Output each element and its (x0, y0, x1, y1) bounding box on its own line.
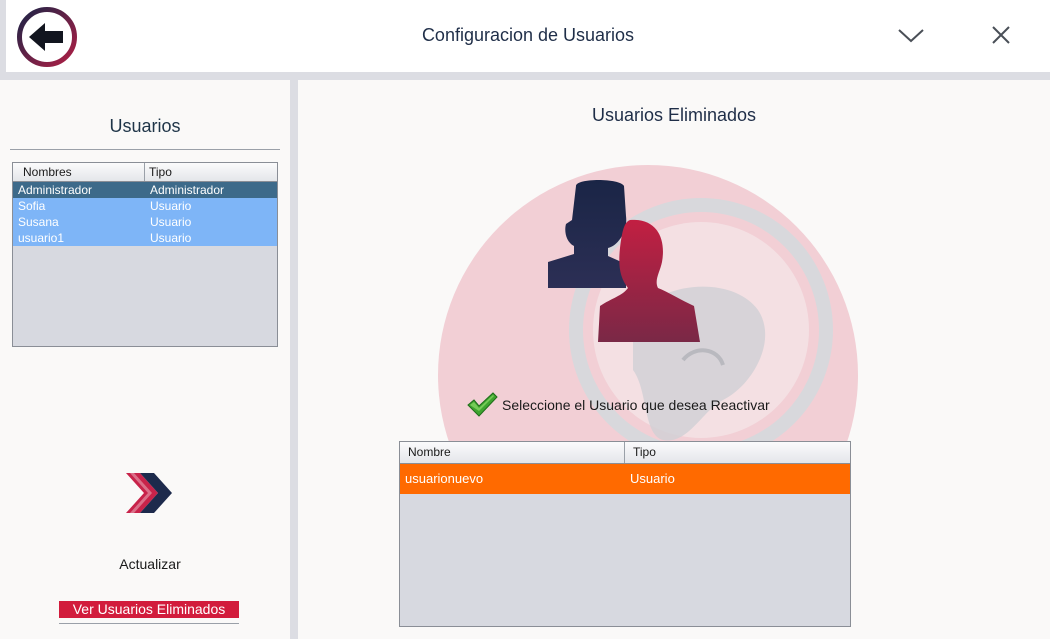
column-header-nombre[interactable]: Nombre (400, 442, 625, 463)
hint-message: Seleccione el Usuario que desea Reactiva… (466, 392, 770, 418)
deleted-users-panel: Usuarios Eliminados Seleccione el Usuari (298, 80, 1050, 639)
cell-type: Usuario (150, 199, 192, 213)
refresh-button[interactable] (124, 470, 178, 516)
cell-type: Administrador (150, 183, 225, 197)
window-title: Configuracion de Usuarios (421, 25, 635, 45)
hint-text: Seleccione el Usuario que desea Reactiva… (502, 397, 770, 413)
divider (59, 623, 239, 624)
double-chevron-right-icon (126, 473, 172, 513)
cell-name: usuarionuevo (405, 471, 484, 486)
table-row[interactable]: usuarionuevo Usuario (400, 464, 850, 494)
refresh-label[interactable]: Actualizar (0, 556, 300, 572)
cell-type: Usuario (150, 215, 192, 229)
users-panel-title: Usuarios (109, 116, 181, 136)
chevron-down-icon (898, 29, 924, 43)
table-header: Nombre Tipo (400, 442, 850, 464)
check-icon (467, 392, 498, 417)
view-deleted-users-button[interactable]: Ver Usuarios Eliminados (59, 601, 239, 618)
table-row[interactable]: Susana Usuario (13, 214, 277, 230)
title-bar: Configuracion de Usuarios (6, 0, 1050, 72)
column-header-tipo[interactable]: Tipo (625, 442, 850, 463)
table-row[interactable]: Administrador Administrador (13, 182, 277, 198)
column-header-tipo[interactable]: Tipo (145, 163, 277, 181)
cell-type: Usuario (150, 231, 192, 245)
cell-name: Administrador (18, 183, 93, 197)
close-button[interactable] (986, 20, 1016, 50)
close-icon (992, 26, 1010, 44)
cell-name: Susana (18, 215, 59, 229)
divider (10, 149, 280, 150)
table-header: Nombres Tipo (13, 163, 277, 182)
table-row[interactable]: Sofia Usuario (13, 198, 277, 214)
cell-name: usuario1 (18, 231, 65, 245)
users-illustration-image (548, 180, 700, 342)
minimize-button[interactable] (896, 20, 926, 50)
cell-name: Sofia (18, 199, 46, 213)
users-table[interactable]: Nombres Tipo Administrador Administrador… (12, 162, 278, 347)
users-panel: Usuarios Nombres Tipo Administrador Admi… (0, 80, 290, 639)
table-row[interactable]: usuario1 Usuario (13, 230, 277, 246)
deleted-users-title: Usuarios Eliminados (591, 105, 757, 125)
column-header-nombres[interactable]: Nombres (13, 163, 145, 181)
deleted-users-table[interactable]: Nombre Tipo usuarionuevo Usuario (399, 441, 851, 627)
cell-type: Usuario (630, 471, 675, 486)
